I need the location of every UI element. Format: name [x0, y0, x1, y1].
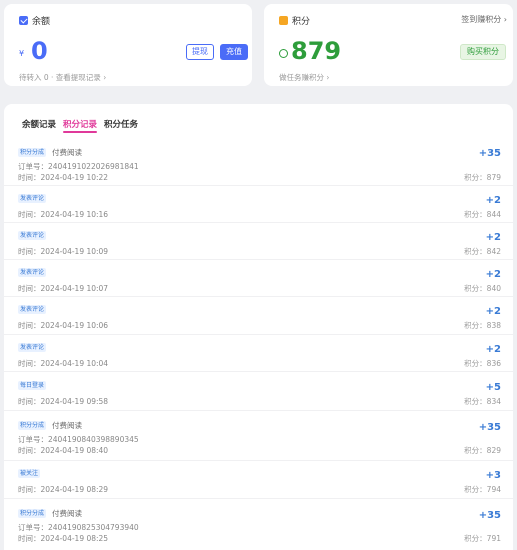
record-type-tag: 发表评论 [18, 343, 47, 352]
record-desc: 付费阅读 [52, 421, 82, 430]
record-row: 发表评论 +2 时间：2024-04-19 10:07 积分：840 [4, 260, 513, 297]
records-tabs: 余额记录 积分记录 积分任务 [22, 118, 138, 133]
withdraw-button[interactable]: 提现 [186, 44, 214, 60]
records-card: 余额记录 积分记录 积分任务 积分分成 付费阅读 +35 订单号：2404191… [4, 104, 513, 550]
record-points-after: 积分：840 [464, 284, 501, 293]
record-type-tag: 积分分成 [18, 421, 47, 430]
record-delta: +35 [478, 148, 501, 159]
tab-points-tasks[interactable]: 积分任务 [104, 118, 138, 130]
record-type-tag: 发表评论 [18, 194, 47, 203]
record-order: 订单号：2404190840398890345 [18, 435, 139, 444]
record-points-after: 积分：829 [464, 446, 501, 455]
record-row: 发表评论 +2 时间：2024-04-19 10:06 积分：838 [4, 297, 513, 335]
coin-icon [279, 49, 288, 58]
record-points-after: 积分：879 [464, 173, 501, 182]
record-time: 时间：2024-04-19 08:25 [18, 534, 109, 543]
record-desc: 付费阅读 [52, 148, 82, 157]
record-row: 积分分成 付费阅读 +35 订单号：2404191022026981841 时间… [4, 140, 513, 186]
balance-title: 余额 [19, 14, 50, 27]
tab-balance-records[interactable]: 余额记录 [22, 118, 56, 130]
points-icon [279, 16, 288, 25]
balance-title-label: 余额 [32, 17, 51, 27]
record-time: 时间：2024-04-19 10:06 [18, 321, 109, 330]
record-time: 时间：2024-04-19 10:22 [18, 173, 109, 182]
record-delta: +2 [485, 344, 501, 355]
record-delta: +2 [485, 195, 501, 206]
record-points-after: 积分：844 [464, 210, 501, 219]
record-delta: +2 [485, 306, 501, 317]
record-time: 时间：2024-04-19 10:04 [18, 359, 109, 368]
record-delta: +35 [478, 510, 501, 521]
points-title-label: 积分 [292, 17, 311, 27]
record-row: 发表评论 +2 时间：2024-04-19 10:04 积分：836 [4, 335, 513, 372]
sign-in-link[interactable]: 签到赚积分 › [461, 14, 507, 25]
record-row: 发表评论 +2 时间：2024-04-19 10:09 积分：842 [4, 223, 513, 260]
points-amount: 879 [291, 37, 342, 65]
record-order: 订单号：2404190825304793940 [18, 523, 139, 532]
record-time: 时间：2024-04-19 09:58 [18, 397, 109, 406]
record-time: 时间：2024-04-19 10:09 [18, 247, 109, 256]
record-points-after: 积分：836 [464, 359, 501, 368]
record-type-tag: 积分分成 [18, 509, 47, 518]
record-desc: 付费阅读 [52, 509, 82, 518]
points-title: 积分 [279, 14, 310, 27]
record-type-tag: 被关注 [18, 469, 41, 478]
buy-points-button[interactable]: 购买积分 [460, 44, 506, 60]
tab-points-records[interactable]: 积分记录 [63, 118, 98, 133]
currency-symbol: ¥ [19, 49, 25, 58]
tasks-link[interactable]: 做任务赚积分 › [279, 72, 329, 83]
record-time: 时间：2024-04-19 08:29 [18, 485, 109, 494]
record-delta: +35 [478, 422, 501, 433]
record-delta: +2 [485, 232, 501, 243]
record-type-tag: 发表评论 [18, 268, 47, 277]
record-time: 时间：2024-04-19 08:40 [18, 446, 109, 455]
recharge-button[interactable]: 充值 [220, 44, 248, 60]
record-type-tag: 发表评论 [18, 231, 47, 240]
balance-amount: 0 [31, 37, 48, 65]
record-type-tag: 积分分成 [18, 148, 47, 157]
withdraw-records-link[interactable]: 待转入 0 · 查看提现记录 › [19, 72, 106, 83]
record-delta: +2 [485, 269, 501, 280]
points-card: 积分 签到赚积分 › 879 购买积分 做任务赚积分 › [264, 4, 513, 86]
wallet-icon [19, 16, 28, 25]
record-time: 时间：2024-04-19 10:07 [18, 284, 109, 293]
record-delta: +3 [485, 470, 501, 481]
record-time: 时间：2024-04-19 10:16 [18, 210, 109, 219]
record-order: 订单号：2404191022026981841 [18, 162, 139, 171]
record-delta: +5 [485, 382, 501, 393]
record-row: 积分分成 付费阅读 +35 订单号：2404190840398890345 时间… [4, 411, 513, 461]
record-row: 积分分成 付费阅读 +35 订单号：2404190825304793940 时间… [4, 499, 513, 549]
record-type-tag: 发表评论 [18, 305, 47, 314]
record-points-after: 积分：838 [464, 321, 501, 330]
record-row: 每日登录 +5 时间：2024-04-19 09:58 积分：834 [4, 372, 513, 411]
record-points-after: 积分：791 [464, 534, 501, 543]
record-row: 被关注 +3 时间：2024-04-19 08:29 积分：794 [4, 461, 513, 499]
record-points-after: 积分：842 [464, 247, 501, 256]
record-points-after: 积分：794 [464, 485, 501, 494]
record-points-after: 积分：834 [464, 397, 501, 406]
record-type-tag: 每日登录 [18, 381, 47, 390]
balance-card: 余额 ¥ 0 提现 充值 待转入 0 · 查看提现记录 › [4, 4, 252, 86]
record-row: 发表评论 +2 时间：2024-04-19 10:16 积分：844 [4, 186, 513, 223]
